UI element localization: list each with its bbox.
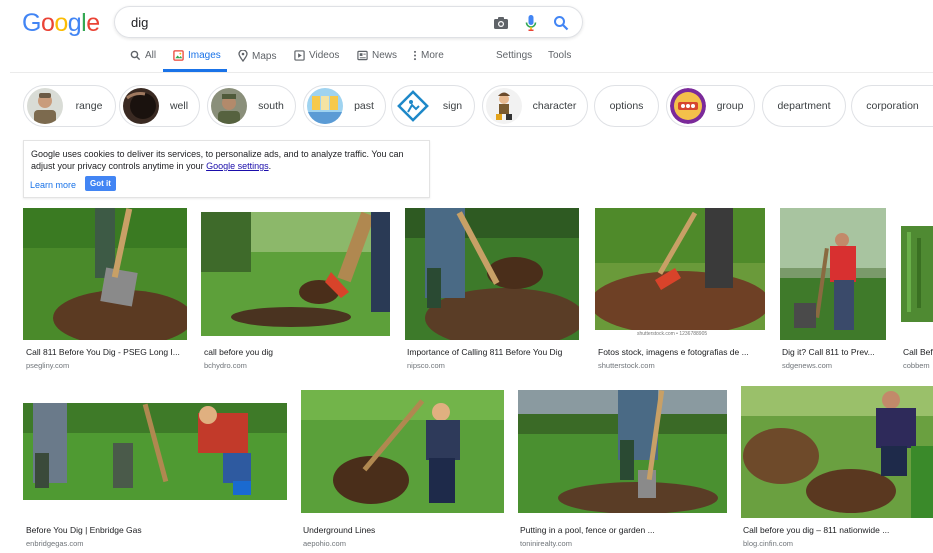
learn-more-link[interactable]: Learn more <box>30 179 76 191</box>
chip-range[interactable]: range <box>23 85 116 127</box>
chip-character[interactable]: character <box>482 85 588 127</box>
search-tabs: All Images Maps Videos News More Setting… <box>130 50 590 64</box>
chip-thumbnail <box>670 88 706 124</box>
more-icon <box>413 50 417 61</box>
result-image[interactable] <box>23 403 287 500</box>
mic-icon[interactable] <box>521 13 541 33</box>
map-pin-icon <box>238 50 248 62</box>
search-box[interactable]: dig <box>114 6 583 38</box>
chip-label: sign <box>442 100 463 112</box>
tab-label: Settings <box>496 50 533 61</box>
news-icon <box>357 50 368 61</box>
chip-label: options <box>609 100 644 112</box>
tab-label: Tools <box>548 50 572 61</box>
chip-department[interactable]: department <box>762 85 846 127</box>
tab-images[interactable]: Images <box>173 50 221 61</box>
search-icon <box>130 50 141 61</box>
got-it-button[interactable]: Got it <box>85 176 116 191</box>
result-source: bchydro.com <box>204 361 247 370</box>
logo-letter: g <box>67 9 82 37</box>
chip-label: past <box>354 100 374 112</box>
video-icon <box>294 50 305 61</box>
tab-label: More <box>421 50 444 61</box>
result-caption[interactable]: Before You Dig | Enbridge Gas <box>26 525 286 535</box>
google-settings-link[interactable]: Google settings <box>206 161 269 171</box>
tab-label: All <box>145 50 157 61</box>
search-input[interactable]: dig <box>131 15 148 30</box>
logo-letter: o <box>54 9 68 37</box>
result-image[interactable] <box>201 212 390 336</box>
chip-thumbnail <box>486 88 522 124</box>
chip-thumbnail <box>27 88 63 124</box>
result-source: nipsco.com <box>407 361 445 370</box>
chip-thumbnail <box>307 88 343 124</box>
settings-link[interactable]: Settings <box>496 50 532 61</box>
result-caption[interactable]: Importance of Calling 811 Before You Dig <box>407 347 579 357</box>
tab-maps[interactable]: Maps <box>238 50 276 62</box>
result-caption[interactable]: Dig it? Call 811 to Prev... <box>782 347 886 357</box>
tab-news[interactable]: News <box>357 50 397 61</box>
tab-label: Maps <box>252 50 277 62</box>
cookie-notice: Google uses cookies to deliver its servi… <box>23 140 430 198</box>
chip-south[interactable]: south <box>207 85 296 127</box>
chip-sign[interactable]: sign <box>391 85 475 127</box>
result-source: toninirealty.com <box>520 539 572 548</box>
camera-icon[interactable] <box>491 13 511 33</box>
chip-label: range <box>75 100 103 112</box>
result-source: enbridgegas.com <box>26 539 84 548</box>
chip-label: well <box>169 100 189 112</box>
result-caption[interactable]: Putting in a pool, fence or garden ... <box>520 525 726 535</box>
result-image[interactable] <box>23 208 187 340</box>
chip-well[interactable]: well <box>119 85 200 127</box>
tab-more[interactable]: More <box>413 50 444 61</box>
tab-all[interactable]: All <box>130 50 156 61</box>
chip-past[interactable]: past <box>303 85 386 127</box>
result-source: sdgenews.com <box>782 361 833 370</box>
result-caption[interactable]: Call before you dig – 811 nationwide ... <box>743 525 933 535</box>
result-source: cobbem <box>903 361 930 370</box>
image-icon <box>173 50 184 61</box>
tab-label: News <box>372 50 398 61</box>
logo-letter: e <box>86 9 100 37</box>
result-caption[interactable]: call before you dig <box>204 347 389 357</box>
tab-videos[interactable]: Videos <box>294 50 339 61</box>
chip-label: south <box>258 100 284 112</box>
result-image[interactable] <box>780 208 886 340</box>
result-image[interactable] <box>405 208 579 340</box>
result-caption[interactable]: Call Bef <box>903 347 933 357</box>
chip-thumbnail <box>211 88 247 124</box>
cookie-text-end: . <box>268 161 272 171</box>
logo-letter: G <box>22 9 41 37</box>
result-caption[interactable]: Fotos stock, imagens e fotografias de ..… <box>598 347 766 357</box>
result-source: shutterstock.com <box>598 361 655 370</box>
chip-label: group <box>716 100 744 112</box>
result-image[interactable] <box>741 386 933 518</box>
tools-link[interactable]: Tools <box>548 50 571 61</box>
tab-label: Images <box>188 50 221 61</box>
chip-thumbnail <box>123 88 159 124</box>
image-watermark: shutterstock.com • 1236788905 <box>637 331 708 337</box>
chip-options[interactable]: options <box>594 85 659 127</box>
chip-label: character <box>532 100 577 112</box>
chip-thumbnail <box>395 88 431 124</box>
result-image[interactable]: shutterstock.com • 1236788905 <box>595 208 765 340</box>
result-source: psegliny.com <box>26 361 70 370</box>
google-logo[interactable]: Google <box>22 9 100 38</box>
result-caption[interactable]: Call 811 Before You Dig - PSEG Long I... <box>26 347 186 357</box>
result-image[interactable] <box>301 390 504 513</box>
search-icon[interactable] <box>551 13 571 33</box>
chip-group[interactable]: group <box>666 85 755 127</box>
result-caption[interactable]: Underground Lines <box>303 525 503 535</box>
result-source: blog.cinfin.com <box>743 539 794 548</box>
result-image[interactable] <box>518 390 727 513</box>
header-divider <box>10 72 933 73</box>
result-image[interactable] <box>901 208 933 322</box>
tab-label: Videos <box>309 50 340 61</box>
chip-label: corporation <box>866 100 919 112</box>
result-source: aepohio.com <box>303 539 346 548</box>
chip-label: department <box>777 100 831 112</box>
logo-letter: o <box>40 9 55 37</box>
chip-corporation[interactable]: corporation <box>851 85 933 127</box>
